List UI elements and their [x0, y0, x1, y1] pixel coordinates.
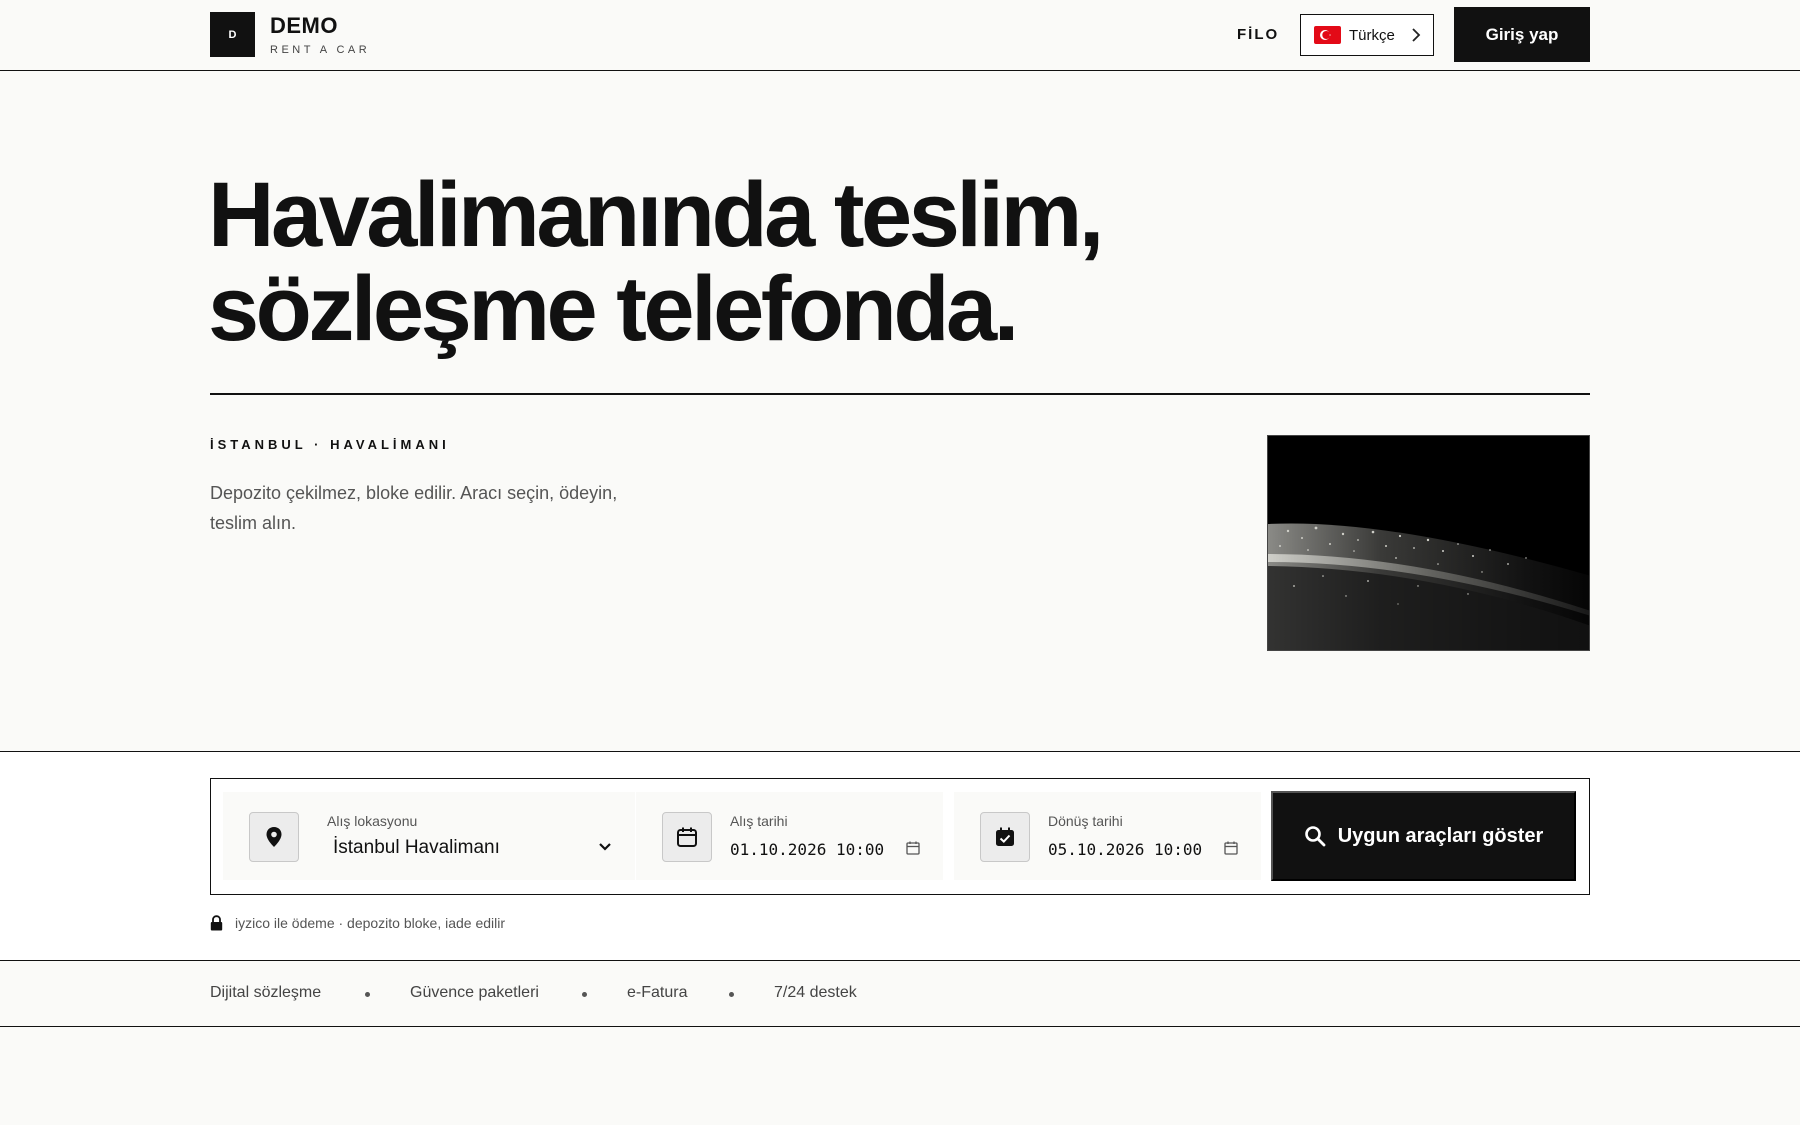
- pickup-location-field[interactable]: Alış lokasyonu İstanbul Havalimanı: [223, 792, 635, 880]
- location-eyebrow: İSTANBUL · HAVALİMANI: [210, 437, 450, 452]
- language-selector[interactable]: Türkçe: [1300, 14, 1434, 56]
- date-picker-icon[interactable]: [906, 841, 920, 855]
- show-available-cars-button[interactable]: Uygun araçları göster: [1271, 791, 1576, 881]
- secure-payment-text: iyzico ile ödeme · depozito bloke, iade …: [235, 915, 506, 931]
- feature-insurance-packages: Güvence paketleri: [410, 984, 539, 1001]
- feature-e-invoice: e-Fatura: [627, 984, 688, 1001]
- nav-link-filo[interactable]: FİLO: [1237, 26, 1279, 43]
- chevron-down-icon[interactable]: [598, 842, 612, 852]
- hero-title-line-1: Havalimanında teslim,: [208, 164, 1104, 266]
- language-label: Türkçe: [1349, 26, 1395, 44]
- date-picker-icon[interactable]: [1224, 841, 1238, 855]
- calendar-check-icon: [980, 812, 1030, 862]
- return-date-field[interactable]: Dönüş tarihi 05.10.2026 10:00: [954, 792, 1261, 880]
- map-pin-icon: [249, 812, 299, 862]
- show-available-cars-label: Uygun araçları göster: [1337, 824, 1544, 847]
- feature-separator: [729, 992, 734, 997]
- feature-support: 7/24 destek: [774, 984, 857, 1001]
- lock-icon: [210, 915, 223, 931]
- feature-separator: [582, 992, 587, 997]
- login-button[interactable]: Giriş yap: [1454, 7, 1590, 62]
- pickup-location-label: Alış lokasyonu: [327, 813, 418, 829]
- hero-car-image: [1267, 435, 1590, 651]
- logo-mark[interactable]: D: [210, 12, 255, 57]
- pickup-location-value[interactable]: İstanbul Havalimanı: [333, 837, 500, 859]
- hero-divider: [210, 393, 1590, 395]
- chevron-right-icon: [1412, 28, 1421, 42]
- calendar-icon: [662, 812, 712, 862]
- return-date-label: Dönüş tarihi: [1048, 813, 1123, 829]
- brand-name[interactable]: DEMO: [270, 13, 338, 39]
- return-date-value[interactable]: 05.10.2026 10:00: [1048, 840, 1202, 859]
- secure-payment-note: iyzico ile ödeme · depozito bloke, iade …: [210, 915, 505, 931]
- feature-digital-contract: Dijital sözleşme: [210, 984, 322, 1001]
- feature-separator: [365, 992, 370, 997]
- pickup-date-label: Alış tarihi: [730, 813, 788, 829]
- booking-search-form: Alış lokasyonu İstanbul Havalimanı Alış …: [210, 778, 1590, 895]
- hero-description: Depozito çekilmez, bloke edilir. Aracı s…: [210, 483, 618, 533]
- brand-tagline: RENT A CAR: [270, 44, 371, 56]
- hero-title-line-2: sözleşme telefonda.: [208, 258, 1019, 360]
- search-icon: [1304, 826, 1326, 847]
- features-strip: Dijital sözleşme Güvence paketleri e-Fat…: [0, 961, 1800, 1027]
- turkey-flag-icon: [1314, 26, 1341, 44]
- pickup-date-field[interactable]: Alış tarihi 01.10.2026 10:00: [636, 792, 943, 880]
- pickup-date-value[interactable]: 01.10.2026 10:00: [730, 840, 884, 859]
- site-header: D DEMO RENT A CAR FİLO Türkçe Giriş yap: [0, 0, 1800, 71]
- hero-title: Havalimanında teslim, sözleşme telefonda…: [208, 168, 1104, 356]
